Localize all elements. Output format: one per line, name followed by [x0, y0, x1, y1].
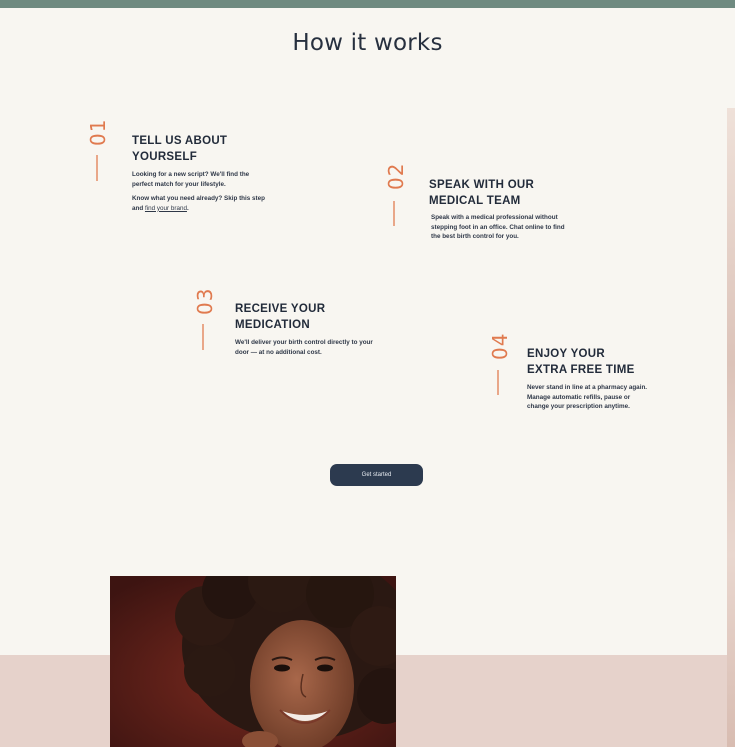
portrait-illustration — [110, 576, 396, 747]
step-1-text-2-suffix: . — [186, 204, 189, 212]
top-bar — [0, 0, 735, 8]
step-4-line — [497, 370, 499, 395]
get-started-button[interactable]: Get started — [330, 464, 423, 486]
step-3-number: 03 — [193, 287, 217, 315]
step-4-description: Never stand in line at a pharmacy again.… — [527, 384, 648, 410]
step-1-description: Looking for a new script? We'll find the… — [132, 170, 270, 213]
step-1-number: 01 — [86, 118, 110, 146]
step-1-line — [96, 155, 98, 181]
step-2-number: 02 — [384, 162, 408, 190]
step-1-text-2: Know what you need already? Skip this st… — [132, 194, 270, 213]
step-1-title: TELL US ABOUT YOURSELF — [132, 135, 228, 163]
step-2-line — [393, 201, 395, 226]
side-image-strip — [727, 108, 735, 747]
step-3-description: We'll deliver your birth control directl… — [235, 339, 373, 356]
step-2-description: Speak with a medical professional withou… — [431, 214, 565, 240]
step-1-text: Looking for a new script? We'll find the… — [132, 171, 250, 188]
step-4-title: ENJOY YOUR EXTRA FREE TIME — [527, 348, 635, 376]
step-4-number: 04 — [488, 332, 512, 360]
step-3-line — [202, 324, 204, 350]
find-your-brand-link[interactable]: find your brand — [145, 205, 187, 212]
woman-portrait-image — [110, 576, 396, 747]
section-title: How it works — [292, 30, 443, 56]
step-3-title: RECEIVE YOUR MEDICATION — [235, 303, 326, 331]
step-2-title: SPEAK WITH OUR MEDICAL TEAM — [429, 179, 535, 207]
